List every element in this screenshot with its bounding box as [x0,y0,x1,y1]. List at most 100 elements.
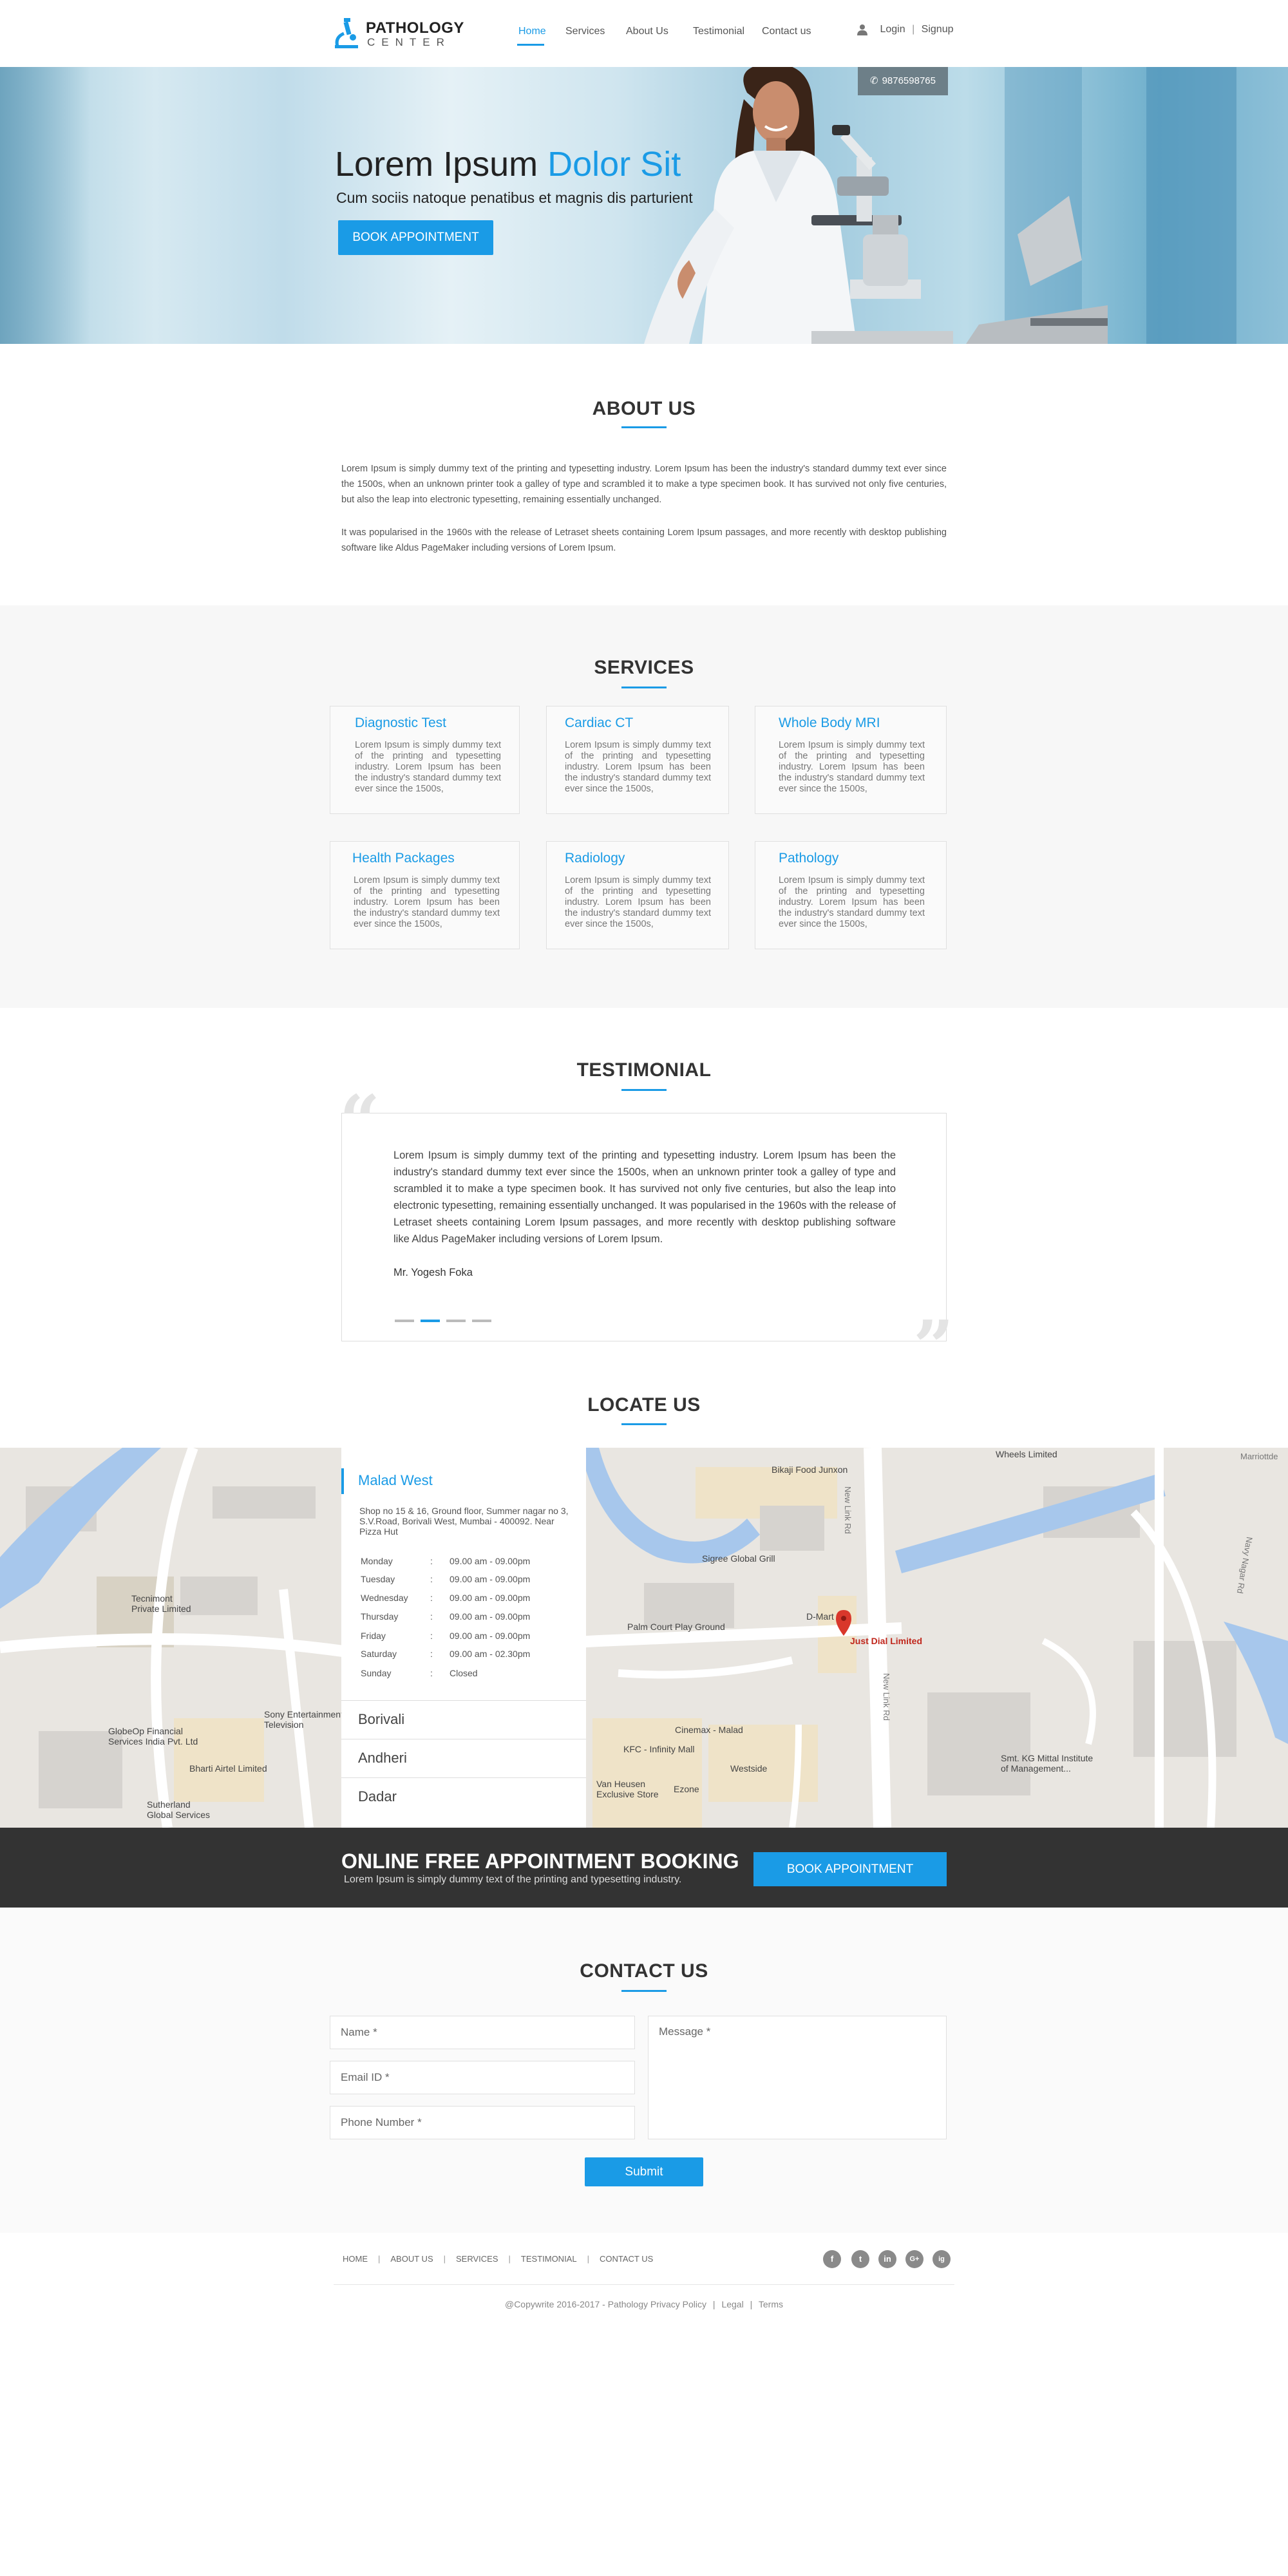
nav-about-us[interactable]: About Us [626,26,668,37]
map-label: Ezone [674,1784,699,1794]
hours-time: 09.00 am - 09.00pm [450,1631,531,1641]
hours-sep: : [430,1631,433,1641]
contact-title: CONTACT US [580,1960,708,1982]
nav-services[interactable]: Services [565,26,605,37]
service-title: Diagnostic Test [355,715,447,730]
service-description: Lorem Ipsum is simply dummy text of the … [565,875,711,929]
location-address: Shop no 15 & 16, Ground floor, Summer na… [359,1506,569,1537]
map-label: Palm Court Play Ground [627,1622,725,1632]
nav-testimonial[interactable]: Testimonial [693,26,744,37]
location-map[interactable]: Tecnimont Private Limited GlobeOp Financ… [0,1448,1288,1828]
service-card-cardiac-ct[interactable]: Cardiac CT Lorem Ipsum is simply dummy t… [546,706,729,814]
slider-dot[interactable] [472,1320,491,1322]
phone-field[interactable] [330,2106,635,2139]
location-item-dadar[interactable]: Dadar [341,1777,586,1828]
testimonial-title: TESTIMONIAL [576,1059,712,1081]
hero-title-accent: Dolor Sit [547,145,681,184]
hero-bg-blur [1146,67,1236,344]
hours-time: 09.00 am - 09.00pm [450,1556,531,1566]
map-label: Bharti Airtel Limited [189,1763,267,1774]
map-label: Bikaji Food Junxon [772,1464,848,1475]
legal-link[interactable]: Legal [721,2299,743,2309]
service-description: Lorem Ipsum is simply dummy text of the … [355,740,501,794]
footer-link-services[interactable]: SERVICES [456,2254,498,2264]
hours-time: 09.00 am - 09.00pm [450,1574,531,1584]
name-field[interactable] [330,2016,635,2049]
service-card-health-packages[interactable]: Health Packages Lorem Ipsum is simply du… [330,841,520,949]
map-label-just-dial: Just Dial Limited [850,1636,923,1646]
footer-link-sep: | [587,2254,589,2264]
twitter-icon[interactable]: t [851,2250,869,2268]
service-description: Lorem Ipsum is simply dummy text of the … [565,740,711,794]
location-item-label: Dadar [358,1788,397,1804]
terms-link[interactable]: Terms [759,2299,783,2309]
linkedin-icon[interactable]: in [878,2250,896,2268]
hero-bg-blur [0,67,90,344]
map-label: Sigree Global Grill [702,1553,775,1564]
booking-book-appointment-button[interactable]: BOOK APPOINTMENT [753,1852,947,1886]
locate-title: LOCATE US [587,1394,701,1416]
hours-day: Friday [361,1631,386,1641]
submit-button[interactable]: Submit [585,2157,703,2186]
testimonial-title-underline [621,1089,667,1091]
hours-time: Closed [450,1668,478,1678]
book-appointment-button[interactable]: BOOK APPOINTMENT [338,220,493,255]
map-label: Marriottde [1240,1452,1278,1461]
location-active-header[interactable]: Malad West [341,1468,586,1494]
microscope-icon [335,18,358,48]
phone-icon: ✆ [869,75,878,86]
hours-sep: : [430,1593,433,1603]
login-link[interactable]: Login [880,24,905,35]
about-title-underline [621,426,667,428]
hero-subtitle: Cum sociis natoque penatibus et magnis d… [336,189,693,206]
footer-link-sep: | [378,2254,381,2264]
logo[interactable]: PATHOLOGY CENTER [334,17,464,52]
hours-time: 09.00 am - 09.00pm [450,1593,531,1603]
signup-link[interactable]: Signup [922,24,954,35]
hours-day: Saturday [361,1649,397,1659]
phone-badge[interactable]: ✆ 9876598765 [858,67,948,95]
footer-divider [334,2284,954,2285]
footer-link-about-us[interactable]: ABOUT US [390,2254,433,2264]
service-card-radiology[interactable]: Radiology Lorem Ipsum is simply dummy te… [546,841,729,949]
slider-dot[interactable] [395,1320,414,1322]
hours-sep: : [430,1574,433,1584]
hours-day: Tuesday [361,1574,395,1584]
service-description: Lorem Ipsum is simply dummy text of the … [779,875,925,929]
google-plus-icon[interactable]: G+ [905,2250,923,2268]
facebook-icon[interactable]: f [823,2250,841,2268]
service-card-whole-body-mri[interactable]: Whole Body MRI Lorem Ipsum is simply dum… [755,706,947,814]
hours-day: Monday [361,1556,393,1566]
logo-title: PATHOLOGY [366,19,464,37]
map-label: Wheels Limited [996,1449,1057,1459]
location-item-borivali[interactable]: Borivali [341,1700,586,1739]
email-field[interactable] [330,2061,635,2094]
copyright-sep: | [712,2299,715,2309]
footer-link-sep: | [508,2254,511,2264]
service-title: Pathology [779,851,839,866]
instagram-icon[interactable]: ig [933,2250,951,2268]
location-item-andheri[interactable]: Andheri [341,1739,586,1777]
copyright-text: @Copywrite 2016-2017 - Pathology [504,2299,648,2309]
copyright-sep: | [750,2299,753,2309]
footer-link-home[interactable]: HOME [343,2254,368,2264]
footer-link-sep: | [443,2254,446,2264]
slider-dot[interactable] [446,1320,466,1322]
location-item-label: Andheri [358,1750,407,1766]
privacy-policy-link[interactable]: Privacy Policy [650,2299,706,2309]
footer-link-contact-us[interactable]: CONTACT US [600,2254,653,2264]
location-item-label: Borivali [358,1711,405,1727]
slider-dot-active[interactable] [421,1320,440,1322]
nav-contact-us[interactable]: Contact us [762,26,811,37]
service-card-pathology[interactable]: Pathology Lorem Ipsum is simply dummy te… [755,841,947,949]
nav-home[interactable]: Home [518,26,546,37]
hours-sep: : [430,1649,433,1659]
footer-link-testimonial[interactable]: TESTIMONIAL [521,2254,577,2264]
map-label: D-Mart [806,1611,834,1622]
testimonial-author: Mr. Yogesh Foka [393,1267,473,1278]
map-label: Cinemax - Malad [675,1725,743,1735]
message-field[interactable] [648,2016,947,2139]
service-card-diagnostic-test[interactable]: Diagnostic Test Lorem Ipsum is simply du… [330,706,520,814]
map-label: GlobeOp Financial Services India Pvt. Lt… [108,1726,198,1747]
service-title: Radiology [565,851,625,866]
